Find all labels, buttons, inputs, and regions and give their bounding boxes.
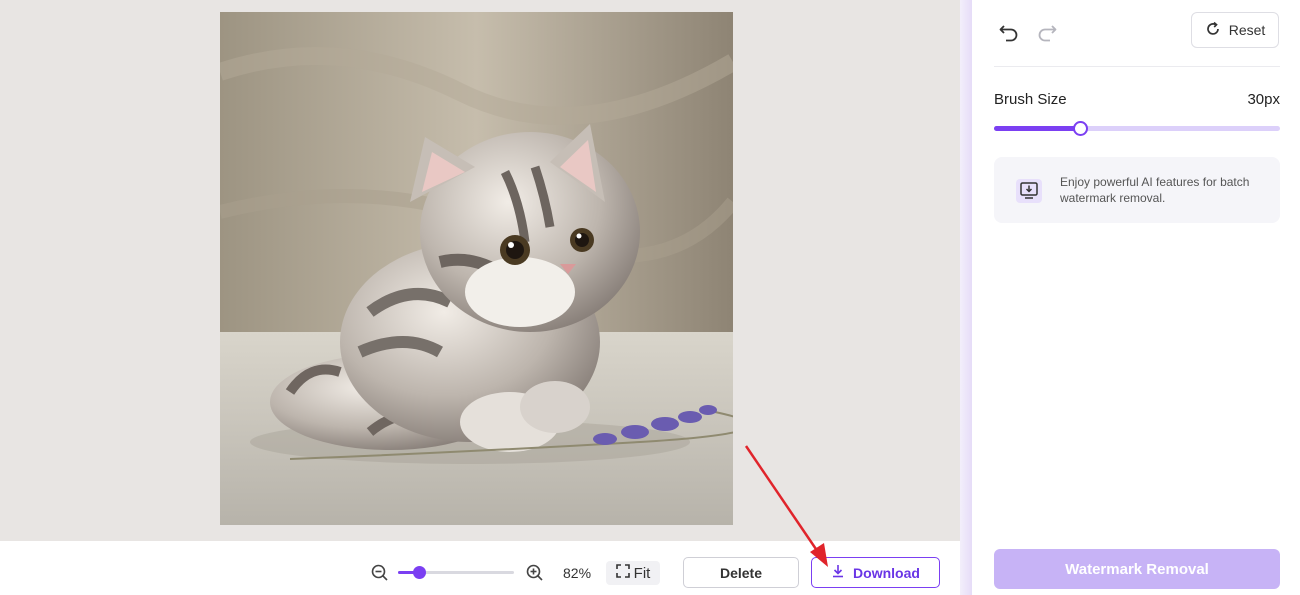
- reset-label: Reset: [1228, 22, 1266, 38]
- monitor-download-icon: [1016, 179, 1042, 203]
- zoom-slider[interactable]: [398, 566, 514, 579]
- promo-text: Enjoy powerful AI features for batch wat…: [1060, 175, 1250, 205]
- watermark-removal-button[interactable]: Watermark Removal: [994, 549, 1280, 589]
- fit-screen-icon: [615, 564, 630, 582]
- undo-icon[interactable]: [998, 20, 1020, 42]
- brush-size-slider[interactable]: [994, 121, 1280, 136]
- download-label: Download: [853, 564, 920, 581]
- brush-size-fill: [994, 126, 1080, 131]
- zoom-in-icon[interactable]: [525, 563, 545, 583]
- fit-button[interactable]: Fit: [606, 561, 660, 585]
- batch-promo-card[interactable]: Enjoy powerful AI features for batch wat…: [994, 157, 1280, 223]
- annotation-arrow: [744, 445, 828, 567]
- panel-divider: [960, 0, 972, 595]
- kitten-photo: [220, 12, 733, 525]
- zoom-out-icon[interactable]: [370, 563, 390, 583]
- reset-button[interactable]: Reset: [1191, 12, 1279, 48]
- panel-separator: [994, 66, 1280, 67]
- brush-size-thumb[interactable]: [1072, 121, 1088, 136]
- redo-icon[interactable]: [1036, 20, 1058, 42]
- watermark-removal-label: Watermark Removal: [1065, 560, 1209, 578]
- settings-panel: [972, 0, 1300, 595]
- fit-label: Fit: [633, 564, 651, 582]
- brush-size-label: Brush Size: [994, 91, 1067, 108]
- brush-size-value: 30px: [1247, 91, 1280, 108]
- zoom-level: 82%: [563, 565, 592, 581]
- zoom-slider-thumb[interactable]: [412, 566, 426, 579]
- refresh-icon: [1205, 21, 1221, 40]
- edited-image[interactable]: [220, 12, 733, 525]
